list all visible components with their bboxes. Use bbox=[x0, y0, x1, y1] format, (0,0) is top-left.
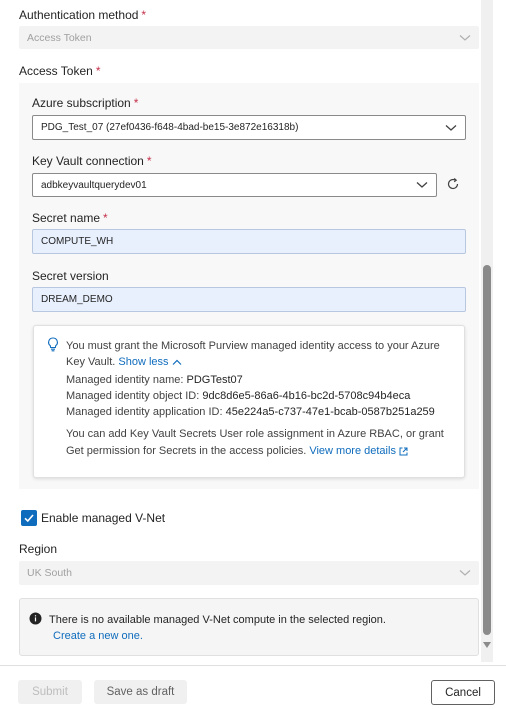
authentication-method-select: Access Token bbox=[19, 26, 479, 49]
info-line-2-text: Key Vault. bbox=[66, 356, 116, 368]
mi-name-label: Managed identity name: bbox=[66, 374, 184, 386]
chevron-down-icon bbox=[445, 124, 457, 131]
required-asterisk: * bbox=[141, 8, 147, 22]
authentication-method-label: Authentication method * bbox=[19, 8, 146, 22]
authentication-method-value: Access Token bbox=[27, 31, 92, 44]
chevron-down-icon bbox=[459, 34, 471, 41]
chevron-down-icon bbox=[459, 570, 471, 576]
region-label: Region bbox=[19, 542, 58, 556]
managed-identity-object-id: Managed identity object ID: 9dc8d6e5-86a… bbox=[66, 388, 410, 405]
view-more-details-link[interactable]: View more details bbox=[309, 445, 408, 457]
mi-app-label: Managed identity application ID: bbox=[66, 406, 223, 418]
mi-app-value: 45e224a5-c737-47e1-bcab-0587b251a259 bbox=[225, 406, 435, 418]
info-icon bbox=[29, 612, 42, 625]
managed-identity-name: Managed identity name: PDGTest07 bbox=[66, 372, 243, 389]
save-as-draft-button[interactable]: Save as draft bbox=[94, 680, 187, 704]
info-note-line-2: Get permission for Secrets in the access… bbox=[66, 443, 408, 460]
access-token-label-text: Access Token bbox=[19, 64, 93, 78]
required-asterisk: * bbox=[103, 211, 108, 225]
refresh-icon[interactable] bbox=[446, 177, 460, 191]
access-token-label: Access Token * bbox=[19, 64, 101, 78]
secret-version-label-text: Secret version bbox=[32, 269, 109, 283]
vnet-notice-text: There is no available managed V-Net comp… bbox=[49, 614, 386, 626]
submit-button[interactable]: Submit bbox=[18, 680, 82, 704]
secret-name-input[interactable]: COMPUTE_WH bbox=[32, 229, 466, 254]
key-vault-connection-value: adbkeyvaultquerydev01 bbox=[41, 179, 147, 191]
enable-managed-vnet-checkbox[interactable] bbox=[21, 510, 37, 526]
enable-managed-vnet-label[interactable]: Enable managed V-Net bbox=[41, 511, 165, 525]
cancel-button[interactable]: Cancel bbox=[431, 680, 495, 705]
show-less-text: Show less bbox=[118, 356, 169, 368]
mi-object-value: 9dc8d6e5-86a6-4b16-bc2d-5708c94b4eca bbox=[202, 390, 411, 402]
checkmark-icon bbox=[24, 514, 34, 523]
create-new-one-link[interactable]: Create a new one. bbox=[53, 628, 143, 645]
info-note-line-1: You can add Key Vault Secrets User role … bbox=[66, 428, 444, 440]
secret-version-label: Secret version bbox=[32, 269, 109, 283]
secret-version-value: DREAM_DEMO bbox=[41, 294, 113, 305]
chevron-down-icon bbox=[416, 182, 428, 188]
key-vault-connection-label-text: Key Vault connection bbox=[32, 154, 144, 168]
region-select: UK South bbox=[19, 561, 479, 585]
key-vault-connection-label: Key Vault connection * bbox=[32, 154, 152, 168]
scroll-down-arrow-icon[interactable] bbox=[482, 641, 492, 649]
view-more-details-text: View more details bbox=[309, 445, 396, 457]
open-in-new-icon bbox=[399, 447, 408, 456]
mi-object-label: Managed identity object ID: bbox=[66, 390, 200, 402]
required-asterisk: * bbox=[146, 154, 152, 168]
secret-name-label: Secret name * bbox=[32, 211, 108, 225]
azure-subscription-label: Azure subscription * bbox=[32, 96, 138, 110]
show-less-link[interactable]: Show less bbox=[118, 356, 182, 368]
secret-version-input[interactable]: DREAM_DEMO bbox=[32, 287, 466, 312]
info-note-line-2-text: Get permission for Secrets in the access… bbox=[66, 445, 307, 457]
region-value: UK South bbox=[27, 567, 72, 579]
footer-divider bbox=[0, 665, 506, 666]
azure-subscription-select[interactable]: PDG_Test_07 (27ef0436-f648-4bad-be15-3e8… bbox=[32, 115, 466, 140]
managed-identity-application-id: Managed identity application ID: 45e224a… bbox=[66, 404, 435, 421]
scrollbar-thumb[interactable] bbox=[483, 265, 491, 635]
key-vault-connection-select[interactable]: adbkeyvaultquerydev01 bbox=[32, 173, 437, 197]
azure-subscription-label-text: Azure subscription bbox=[32, 96, 131, 110]
required-asterisk: * bbox=[95, 64, 101, 78]
lightbulb-icon bbox=[48, 337, 58, 352]
info-line-2: Key Vault. Show less bbox=[66, 354, 182, 371]
secret-name-label-text: Secret name bbox=[32, 211, 101, 225]
info-line-1: You must grant the Microsoft Purview man… bbox=[66, 340, 440, 352]
authentication-method-label-text: Authentication method bbox=[19, 8, 139, 22]
mi-name-value: PDGTest07 bbox=[186, 374, 243, 386]
secret-name-value: COMPUTE_WH bbox=[41, 236, 114, 247]
required-asterisk: * bbox=[133, 96, 139, 110]
chevron-up-icon bbox=[172, 359, 182, 365]
azure-subscription-value: PDG_Test_07 (27ef0436-f648-4bad-be15-3e8… bbox=[41, 122, 299, 133]
